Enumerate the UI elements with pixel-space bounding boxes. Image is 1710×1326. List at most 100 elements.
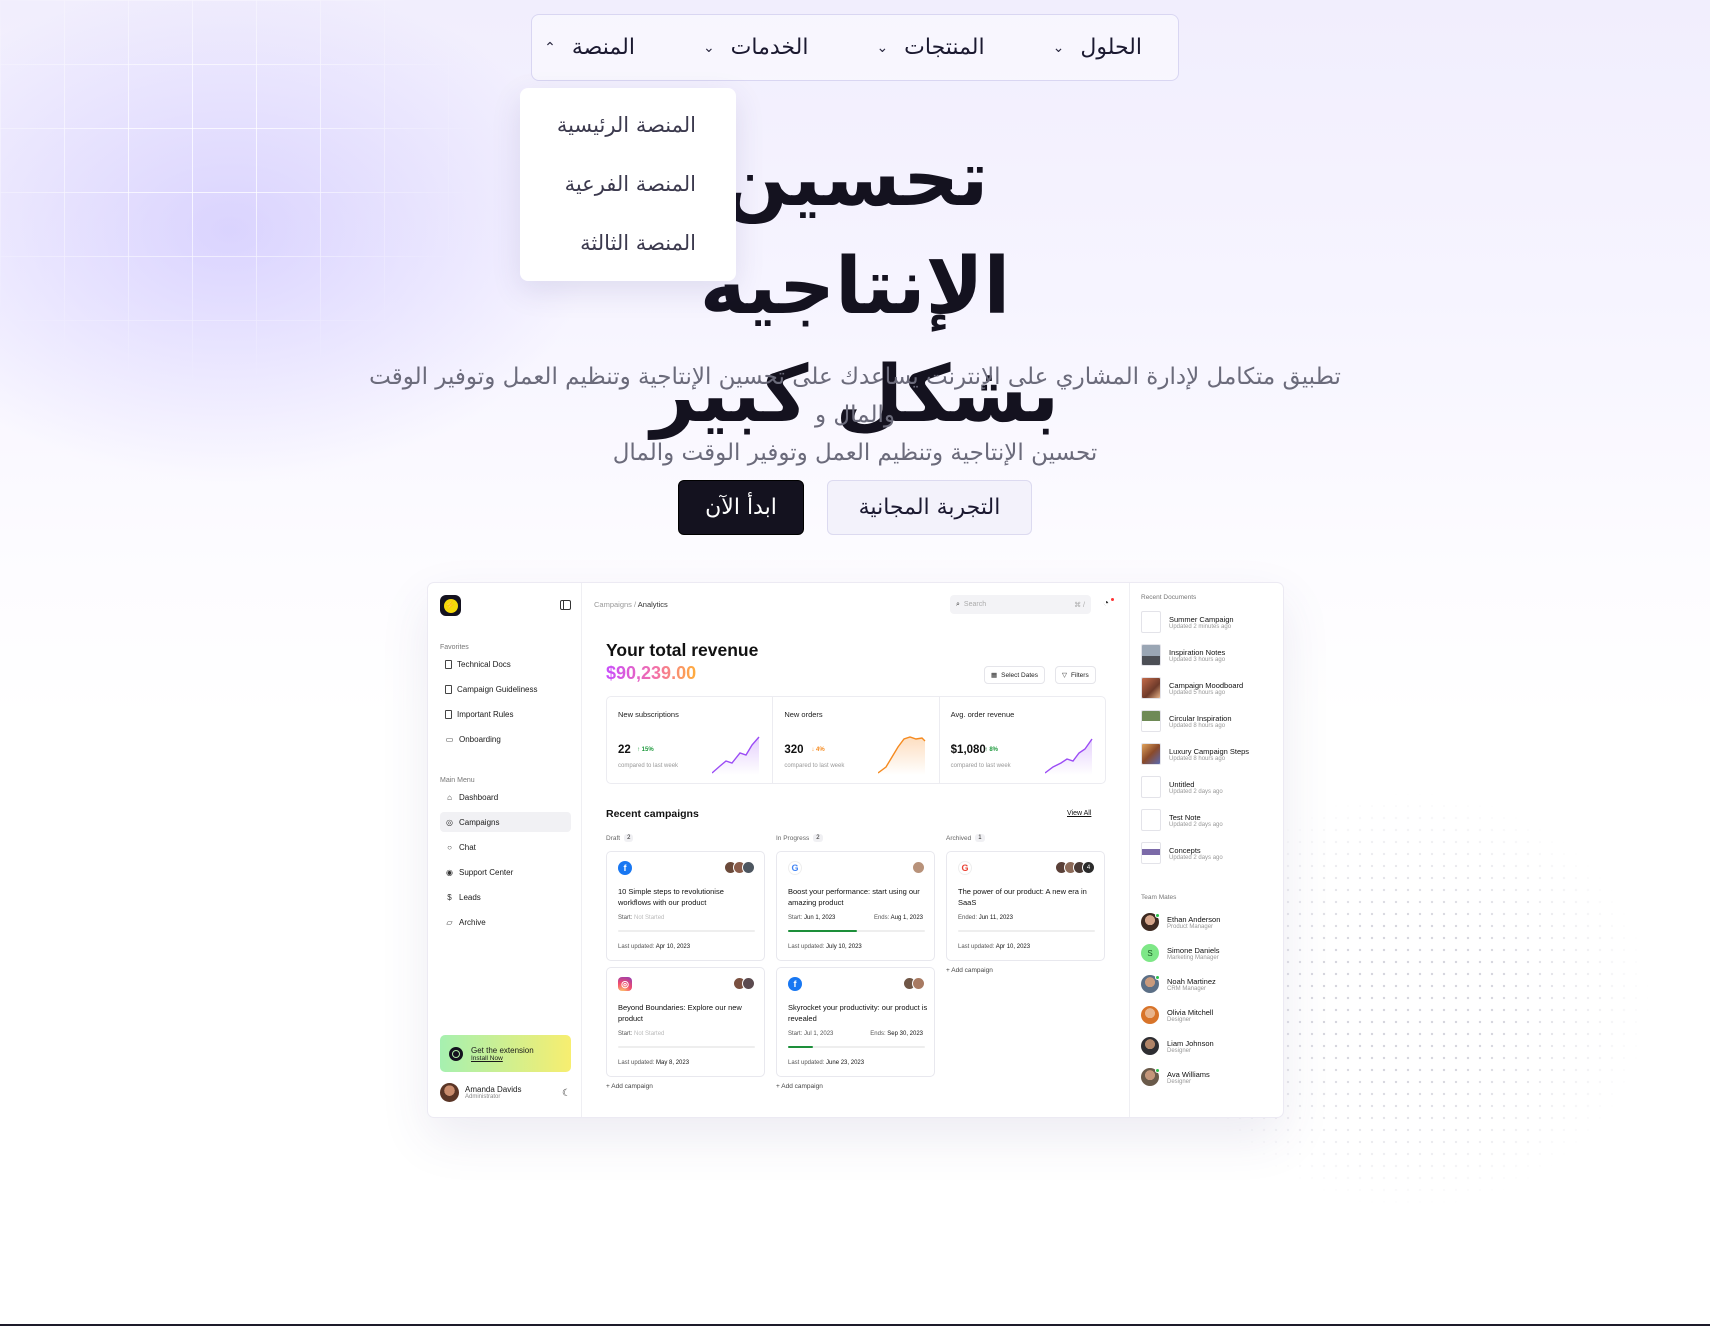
dropdown-item-main-platform[interactable]: المنصة الرئيسية — [520, 110, 696, 169]
updated-value: June 23, 2023 — [826, 1060, 865, 1066]
document-item[interactable]: Test Note Updated 2 days ago — [1141, 809, 1223, 831]
dropdown-item-sub-platform[interactable]: المنصة الفرعية — [520, 169, 696, 228]
campaign-end: Ends: Aug 1, 2023 — [874, 915, 923, 921]
free-trial-button[interactable]: التجربة المجانية — [827, 480, 1032, 535]
nav-item-services[interactable]: الخدمات ⌄ — [703, 35, 809, 60]
document-time: Updated 2 minutes ago — [1169, 623, 1232, 630]
sidebar-item-label: Campaign Guideliness — [457, 684, 538, 694]
document-name: Luxury Campaign Steps — [1169, 746, 1250, 756]
more-avatars-count: 4 — [1082, 861, 1095, 874]
nav-item-products[interactable]: المنتجات ⌄ — [876, 35, 984, 60]
team-member[interactable]: Ethan Anderson Product Manager — [1141, 913, 1220, 931]
sidebar-item-campaign-guideliness[interactable]: Campaign Guideliness — [440, 679, 571, 699]
campaign-card[interactable]: ◎ Beyond Boundaries: Explore our new pro… — [606, 967, 765, 1077]
campaign-start: Start: Not Started — [618, 1031, 664, 1037]
campaign-card[interactable]: G 4 The power of our product: A new era … — [946, 851, 1105, 961]
view-all-link[interactable]: View All — [1067, 810, 1091, 817]
add-campaign-button[interactable]: + Add campaign — [946, 967, 993, 974]
team-member[interactable]: Liam Johnson Designer — [1141, 1037, 1214, 1055]
app-main: Campaigns / Analytics ⌕ Search ⌘ / ◔ You… — [583, 583, 1129, 1117]
campaign-card[interactable]: f 10 Simple steps to revolutionise workf… — [606, 851, 765, 961]
document-item[interactable]: Summer Campaign Updated 2 minutes ago — [1141, 611, 1234, 633]
top-nav: الحلول ⌄ المنتجات ⌄ الخدمات ⌄ المنصة ⌃ — [531, 14, 1179, 81]
document-item[interactable]: Untitled Updated 2 days ago — [1141, 776, 1223, 798]
sidebar-item-leads[interactable]: $ Leads — [440, 887, 571, 907]
stat-card-subscriptions: New subscriptions 22 ↑ 15% compared to l… — [607, 697, 774, 783]
campaign-updated: Last updated: Apr 10, 2023 — [618, 944, 690, 950]
document-thumbnail — [1141, 776, 1161, 798]
sidebar-item-onboarding[interactable]: ▭ Onboarding — [440, 729, 571, 749]
sidebar-toggle-icon[interactable] — [560, 600, 571, 610]
add-campaign-button[interactable]: + Add campaign — [606, 1083, 653, 1090]
filters-button[interactable]: ▽ Filters — [1055, 666, 1096, 684]
online-indicator — [1155, 1068, 1160, 1073]
document-name: Test Note — [1169, 812, 1201, 822]
compass-icon: ◎ — [446, 817, 453, 827]
nav-label: المنتجات — [904, 35, 985, 60]
campaign-card[interactable]: f Skyrocket your productivity: our produ… — [776, 967, 935, 1077]
sidebar-item-campaigns[interactable]: ◎ Campaigns — [440, 812, 571, 832]
select-dates-button[interactable]: ▦ Select Dates — [984, 666, 1046, 684]
sidebar-item-dashboard[interactable]: ⌂ Dashboard — [440, 787, 571, 807]
start-value: Jun 1, 2023 — [804, 915, 836, 921]
team-member[interactable]: Ava Williams Designer — [1141, 1068, 1210, 1086]
campaign-title: 10 Simple steps to revolutionise workflo… — [618, 887, 724, 907]
extension-banner[interactable]: Get the extension Install Now — [440, 1035, 571, 1072]
nav-item-solutions[interactable]: الحلول ⌄ — [1053, 35, 1142, 60]
stat-label: Avg. order revenue — [950, 710, 1015, 719]
moon-icon[interactable]: ☾ — [562, 1088, 571, 1099]
search-input[interactable]: ⌕ Search ⌘ / — [950, 595, 1091, 614]
document-name: Circular Inspiration — [1169, 713, 1232, 723]
document-icon — [445, 684, 452, 694]
sidebar-item-technical-docs[interactable]: Technical Docs — [440, 654, 571, 674]
start-label: Start: — [788, 1031, 803, 1037]
start-label: Start: — [618, 1031, 633, 1037]
add-campaign-button[interactable]: + Add campaign — [776, 1083, 823, 1090]
sidebar-item-important-rules[interactable]: Important Rules — [440, 704, 571, 724]
avatar-group — [724, 861, 755, 874]
updated-label: Last updated: — [788, 944, 825, 950]
avatar-group: 4 — [1055, 861, 1095, 874]
stat-change-value: 15% — [641, 747, 654, 753]
bolt-icon: ⚡ — [443, 598, 458, 613]
bell-icon[interactable]: ◔ — [1103, 598, 1109, 609]
document-time: Updated 2 days ago — [1169, 854, 1223, 861]
nav-item-platform[interactable]: المنصة ⌃ — [544, 35, 635, 60]
install-now-link[interactable]: Install Now — [471, 1055, 534, 1062]
sparkline-chart — [1044, 738, 1093, 775]
team-member[interactable]: Olivia Mitchell Designer — [1141, 1006, 1213, 1024]
sidebar-item-support-center[interactable]: ◉ Support Center — [440, 862, 571, 882]
instagram-icon: ◎ — [618, 977, 632, 991]
campaign-card[interactable]: G Boost your performance: start using ou… — [776, 851, 935, 961]
document-item[interactable]: Luxury Campaign Steps Updated 8 hours ago — [1141, 743, 1249, 765]
start-value: Not Started — [634, 1031, 665, 1037]
breadcrumb-parent[interactable]: Campaigns — [594, 600, 632, 609]
avatar — [1141, 975, 1160, 993]
search-placeholder: Search — [963, 601, 987, 608]
dropdown-item-third-platform[interactable]: المنصة الثالثة — [520, 228, 696, 287]
user-profile[interactable]: Amanda Davids Administrator — [440, 1083, 521, 1102]
app-sidebar: ⚡ Favorites Technical Docs Campaign Guid… — [428, 583, 582, 1117]
sidebar-item-archive[interactable]: ▱ Archive — [440, 912, 571, 932]
column-header-in-progress: In Progress 2 — [776, 834, 823, 842]
document-item[interactable]: Inspiration Notes Updated 3 hours ago — [1141, 644, 1225, 666]
start-now-button[interactable]: ابدأ الآن — [678, 480, 804, 535]
start-value: Not Started — [634, 915, 665, 921]
hero-subtitle: تطبيق متكامل لإدارة المشاري على الإنترنت… — [340, 358, 1370, 472]
column-count: 1 — [975, 834, 985, 842]
app-logo[interactable]: ⚡ — [440, 595, 461, 616]
avatar — [742, 861, 755, 874]
campaign-title: Skyrocket your productivity: our product… — [788, 1003, 928, 1023]
document-item[interactable]: Campaign Moodboard Updated 5 hours ago — [1141, 677, 1243, 699]
hero-subtitle-line: تحسين الإنتاجية وتنظيم العمل وتوفير الوق… — [612, 440, 1098, 466]
team-member[interactable]: Noah Martinez CRM Manager — [1141, 975, 1216, 993]
document-item[interactable]: Concepts Updated 2 days ago — [1141, 842, 1223, 864]
facebook-icon: f — [618, 861, 632, 875]
campaign-updated: Last updated: May 8, 2023 — [618, 1060, 689, 1066]
sidebar-item-chat[interactable]: ○ Chat — [440, 837, 571, 857]
avatar — [742, 977, 755, 990]
sidebar-item-label: Dashboard — [459, 792, 499, 802]
online-indicator — [1155, 913, 1160, 918]
document-item[interactable]: Circular Inspiration Updated 8 hours ago — [1141, 710, 1232, 732]
team-member[interactable]: S Simone Daniels Marketing Manager — [1141, 944, 1220, 962]
